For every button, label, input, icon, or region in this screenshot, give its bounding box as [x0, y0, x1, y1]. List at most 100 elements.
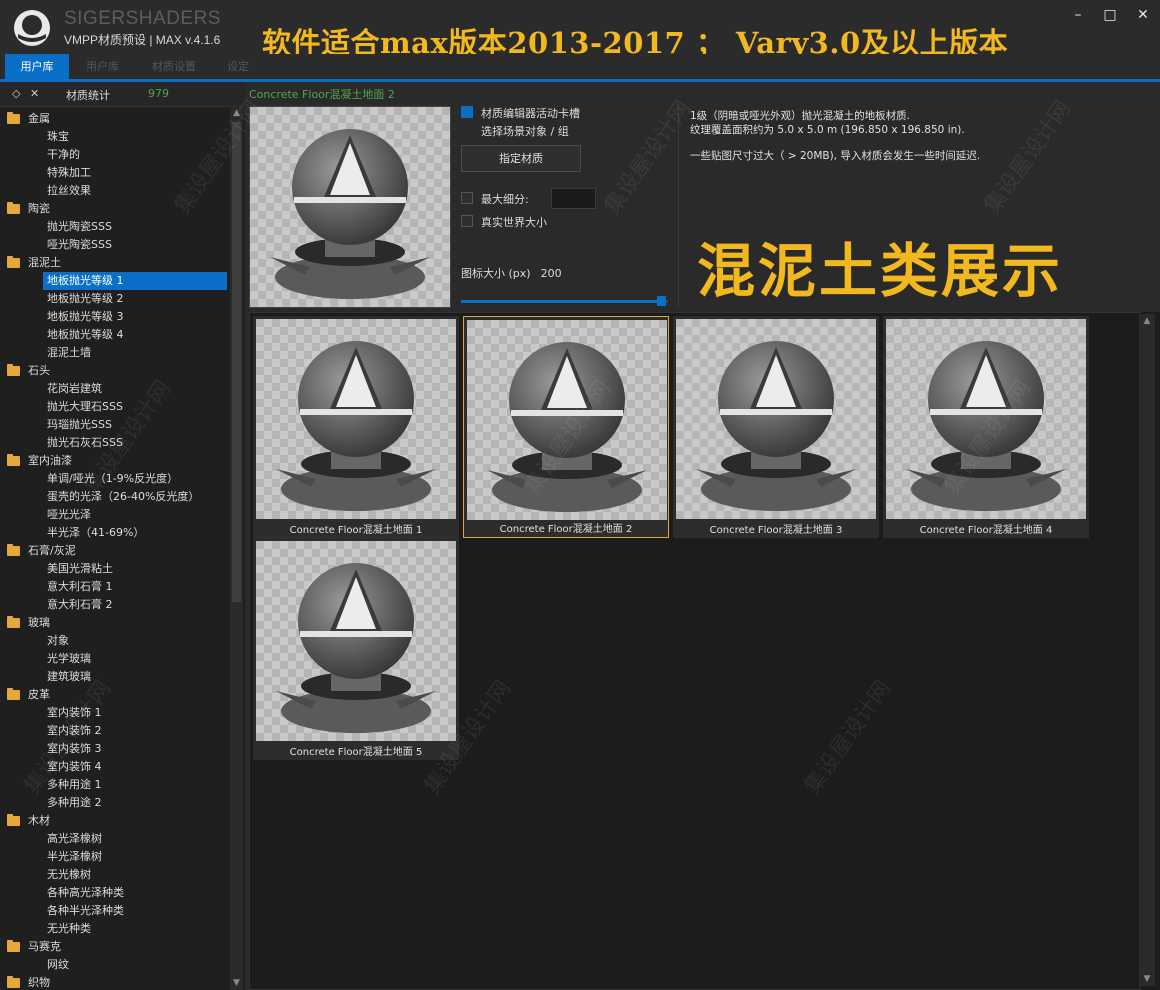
tree-label: 各种半光泽种类 — [47, 904, 124, 917]
material-thumbnail[interactable] — [676, 319, 876, 519]
tab-user-library-2[interactable]: 用户库 — [75, 54, 130, 79]
tree-item[interactable]: 珠宝 — [0, 128, 230, 146]
tree-label: 地板抛光等级 3 — [47, 310, 124, 323]
tree-label: 混泥土墙 — [47, 346, 91, 359]
tree-item[interactable]: 抛光大理石SSS — [0, 398, 230, 416]
material-thumbnail[interactable] — [256, 319, 456, 519]
tree-item[interactable]: 混泥土墙 — [0, 344, 230, 362]
tree-label: 蛋壳的光泽（26-40%反光度） — [47, 490, 200, 503]
material-card[interactable]: Concrete Floor混凝土地面 3 — [673, 316, 879, 538]
tree-category[interactable]: 皮革 — [0, 686, 230, 704]
slot-option[interactable]: 材质编辑器活动卡槽 — [461, 106, 580, 120]
tree-item[interactable]: 无光种类 — [0, 920, 230, 938]
real-world-option[interactable]: 真实世界大小 — [461, 215, 547, 229]
tree-item[interactable]: 半光泽（41-69%） — [0, 524, 230, 542]
material-description-line1: 1级（阴暗或哑光外观）抛光混凝土的地板材质. — [690, 110, 911, 122]
tree-item[interactable]: 地板抛光等级 1 — [43, 272, 227, 290]
scroll-up-icon[interactable]: ▲ — [230, 108, 243, 118]
material-grid: Concrete Floor混凝土地面 1 Concrete Floor混凝土地… — [249, 312, 1160, 990]
material-card[interactable]: Concrete Floor混凝土地面 1 — [253, 316, 459, 538]
tab-user-library[interactable]: 用户库 — [5, 54, 69, 79]
tree-item[interactable]: 各种高光泽种类 — [0, 884, 230, 902]
select-option[interactable]: 选择场景对象 / 组 — [461, 124, 569, 138]
icon-size-slider[interactable] — [461, 296, 668, 306]
tree-category[interactable]: 织物 — [0, 974, 230, 990]
minimize-icon[interactable]: – — [1065, 6, 1091, 24]
tree-item[interactable]: 拉丝效果 — [0, 182, 230, 200]
tree-category[interactable]: 木材 — [0, 812, 230, 830]
max-subdiv-checkbox[interactable] — [461, 192, 473, 204]
tree-item[interactable]: 无光橡树 — [0, 866, 230, 884]
grid-scroll-up-icon[interactable]: ▲ — [1139, 316, 1155, 326]
icon-size-value: 200 — [540, 267, 562, 280]
tree-item[interactable]: 哑光陶瓷SSS — [0, 236, 230, 254]
tree-label: 特殊加工 — [47, 166, 91, 179]
tree-item[interactable]: 半光泽橡树 — [0, 848, 230, 866]
grid-scrollbar[interactable]: ▲ ▼ — [1139, 314, 1155, 986]
material-card[interactable]: Concrete Floor混凝土地面 4 — [883, 316, 1089, 538]
tree-item[interactable]: 高光泽橡树 — [0, 830, 230, 848]
tree-item[interactable]: 网纹 — [0, 956, 230, 974]
tree-category[interactable]: 金属 — [0, 110, 230, 128]
material-card[interactable]: Concrete Floor混凝土地面 5 — [253, 538, 459, 760]
max-subdiv-input[interactable] — [551, 188, 596, 209]
panel-divider — [678, 102, 679, 308]
folder-icon — [7, 544, 20, 556]
tree-category[interactable]: 玻璃 — [0, 614, 230, 632]
tree-item[interactable]: 各种半光泽种类 — [0, 902, 230, 920]
tree-item[interactable]: 地板抛光等级 3 — [0, 308, 230, 326]
tree-item[interactable]: 花岗岩建筑 — [0, 380, 230, 398]
tree-label: 花岗岩建筑 — [47, 382, 102, 395]
max-subdiv-option[interactable]: 最大细分: — [461, 192, 529, 206]
material-thumbnail[interactable] — [256, 541, 456, 741]
maximize-icon[interactable]: □ — [1097, 6, 1123, 24]
collapse-icon[interactable]: ✕ — [30, 87, 39, 100]
assign-material-button[interactable]: 指定材质 — [461, 145, 581, 172]
slider-handle[interactable] — [657, 296, 666, 306]
tree-item[interactable]: 特殊加工 — [0, 164, 230, 182]
tree-item[interactable]: 抛光石灰石SSS — [0, 434, 230, 452]
category-tree: 金属 珠宝 干净的 特殊加工 拉丝效果 陶瓷 抛光陶瓷SSS 哑光陶瓷SSS 混泥土 地板抛光等级… — [0, 110, 230, 990]
material-card[interactable]: Concrete Floor混凝土地面 2 — [463, 316, 669, 538]
tree-item[interactable]: 蛋壳的光泽（26-40%反光度） — [0, 488, 230, 506]
tab-settings[interactable]: 设定 — [214, 54, 262, 79]
tree-category[interactable]: 陶瓷 — [0, 200, 230, 218]
tree-item[interactable]: 室内装饰 1 — [0, 704, 230, 722]
tree-label: 哑光光泽 — [47, 508, 91, 521]
scroll-thumb[interactable] — [232, 122, 241, 602]
tree-item[interactable]: 室内装饰 3 — [0, 740, 230, 758]
tree-item[interactable]: 意大利石膏 1 — [0, 578, 230, 596]
sidebar-scrollbar[interactable]: ▲ ▼ — [230, 106, 243, 990]
tree-item[interactable]: 抛光陶瓷SSS — [0, 218, 230, 236]
close-icon[interactable]: ✕ — [1130, 6, 1156, 24]
tree-category[interactable]: 马赛克 — [0, 938, 230, 956]
tree-item[interactable]: 干净的 — [0, 146, 230, 164]
tree-item[interactable]: 意大利石膏 2 — [0, 596, 230, 614]
tree-item[interactable]: 建筑玻璃 — [0, 668, 230, 686]
material-thumbnail[interactable] — [886, 319, 1086, 519]
tree-item[interactable]: 玛瑙抛光SSS — [0, 416, 230, 434]
tree-item[interactable]: 哑光光泽 — [0, 506, 230, 524]
tree-item[interactable]: 多种用途 1 — [0, 776, 230, 794]
tree-category[interactable]: 石头 — [0, 362, 230, 380]
material-thumbnail[interactable] — [467, 320, 667, 520]
tree-category[interactable]: 石膏/灰泥 — [0, 542, 230, 560]
tree-item[interactable]: 室内装饰 4 — [0, 758, 230, 776]
tree-item[interactable]: 美国光滑粘土 — [0, 560, 230, 578]
tree-item[interactable]: 单调/哑光（1-9%反光度） — [0, 470, 230, 488]
tree-category[interactable]: 室内油漆 — [0, 452, 230, 470]
tree-item[interactable]: 对象 — [0, 632, 230, 650]
tree-item[interactable]: 多种用途 2 — [0, 794, 230, 812]
expand-toggle-icon[interactable]: ◇ — [12, 87, 20, 100]
tree-item[interactable]: 地板抛光等级 4 — [0, 326, 230, 344]
tab-material-settings[interactable]: 材质设置 — [140, 54, 208, 79]
slot-checkbox[interactable] — [461, 106, 473, 118]
grid-scroll-down-icon[interactable]: ▼ — [1139, 974, 1155, 984]
tree-category[interactable]: 混泥土 — [0, 254, 230, 272]
tree-item[interactable]: 光学玻璃 — [0, 650, 230, 668]
tree-item[interactable]: 室内装饰 2 — [0, 722, 230, 740]
scroll-down-icon[interactable]: ▼ — [230, 978, 243, 988]
tree-item[interactable]: 地板抛光等级 2 — [0, 290, 230, 308]
real-world-checkbox[interactable] — [461, 215, 473, 227]
folder-icon — [7, 256, 20, 268]
